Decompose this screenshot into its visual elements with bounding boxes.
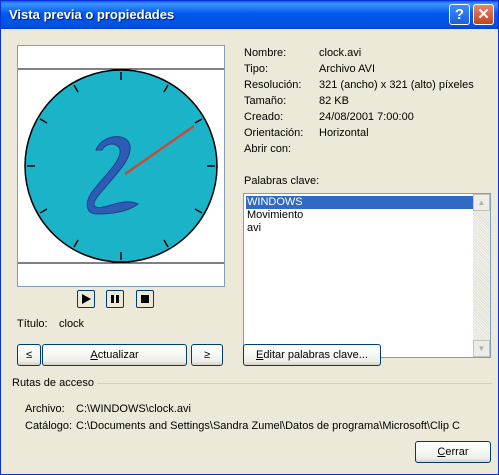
stop-icon xyxy=(141,295,149,303)
property-value-orientacion: Horizontal xyxy=(319,127,369,139)
play-button[interactable] xyxy=(77,290,95,308)
property-name-orientacion: Orientación: xyxy=(244,127,304,139)
keywords-list[interactable]: WINDOWS Movimiento avi ▲ ▼ xyxy=(243,193,491,358)
media-preview xyxy=(17,45,225,287)
scroll-down-button[interactable]: ▼ xyxy=(473,340,490,357)
update-button[interactable]: Actualizar xyxy=(42,344,187,366)
close-window-button[interactable]: ✕ xyxy=(473,4,494,25)
edit-keywords-button[interactable]: Editar palabras clave... xyxy=(243,344,381,366)
pause-icon xyxy=(111,295,119,303)
property-name-resolucion: Resolución: xyxy=(244,79,302,91)
close-button[interactable]: Cerrar xyxy=(415,441,491,463)
play-icon xyxy=(82,294,91,304)
property-value-creado: 24/08/2001 7:00:00 xyxy=(319,111,414,123)
property-value-nombre: clock.avi xyxy=(319,47,362,59)
next-button[interactable]: ≥ xyxy=(191,344,223,366)
keywords-scrollbar[interactable]: ▲ ▼ xyxy=(473,194,490,357)
property-name-creado: Creado: xyxy=(244,111,284,123)
keyword-item-windows[interactable]: WINDOWS xyxy=(246,196,473,209)
file-path-label: Archivo: xyxy=(25,403,65,415)
previous-button[interactable]: ≤ xyxy=(17,344,41,366)
file-path-value: C:\WINDOWS\clock.avi xyxy=(76,403,191,415)
window-title: Vista previa o propiedades xyxy=(9,7,175,22)
title-value: clock xyxy=(59,318,85,330)
property-name-abrir-con: Abrir con: xyxy=(244,143,292,155)
property-name-tipo: Tipo: xyxy=(244,63,269,75)
keyword-item-avi[interactable]: avi xyxy=(246,222,261,235)
help-button[interactable]: ? xyxy=(449,4,470,25)
paths-group-label: Rutas de acceso xyxy=(9,377,97,389)
title-label: Título: xyxy=(17,318,48,330)
property-name-nombre: Nombre: xyxy=(244,47,287,59)
dialog-window: Vista previa o propiedades ? ✕ Título: c… xyxy=(0,0,499,475)
keywords-label: Palabras clave: xyxy=(244,175,320,187)
catalog-path-value: C:\Documents and Settings\Sandra Zumel\D… xyxy=(76,420,460,432)
scroll-up-button[interactable]: ▲ xyxy=(473,194,490,211)
property-value-resolucion: 321 (ancho) x 321 (alto) píxeles xyxy=(319,79,474,91)
keyword-item-movimiento[interactable]: Movimiento xyxy=(246,209,303,222)
stop-button[interactable] xyxy=(136,290,154,308)
catalog-path-label: Catálogo: xyxy=(25,420,73,432)
property-value-tipo: Archivo AVI xyxy=(319,63,376,75)
pause-button[interactable] xyxy=(106,290,124,308)
clock-animation xyxy=(18,68,224,264)
title-bar[interactable]: Vista previa o propiedades ? ✕ xyxy=(1,1,498,29)
property-value-tamano: 82 KB xyxy=(319,95,349,107)
property-name-tamano: Tamaño: xyxy=(244,95,287,107)
